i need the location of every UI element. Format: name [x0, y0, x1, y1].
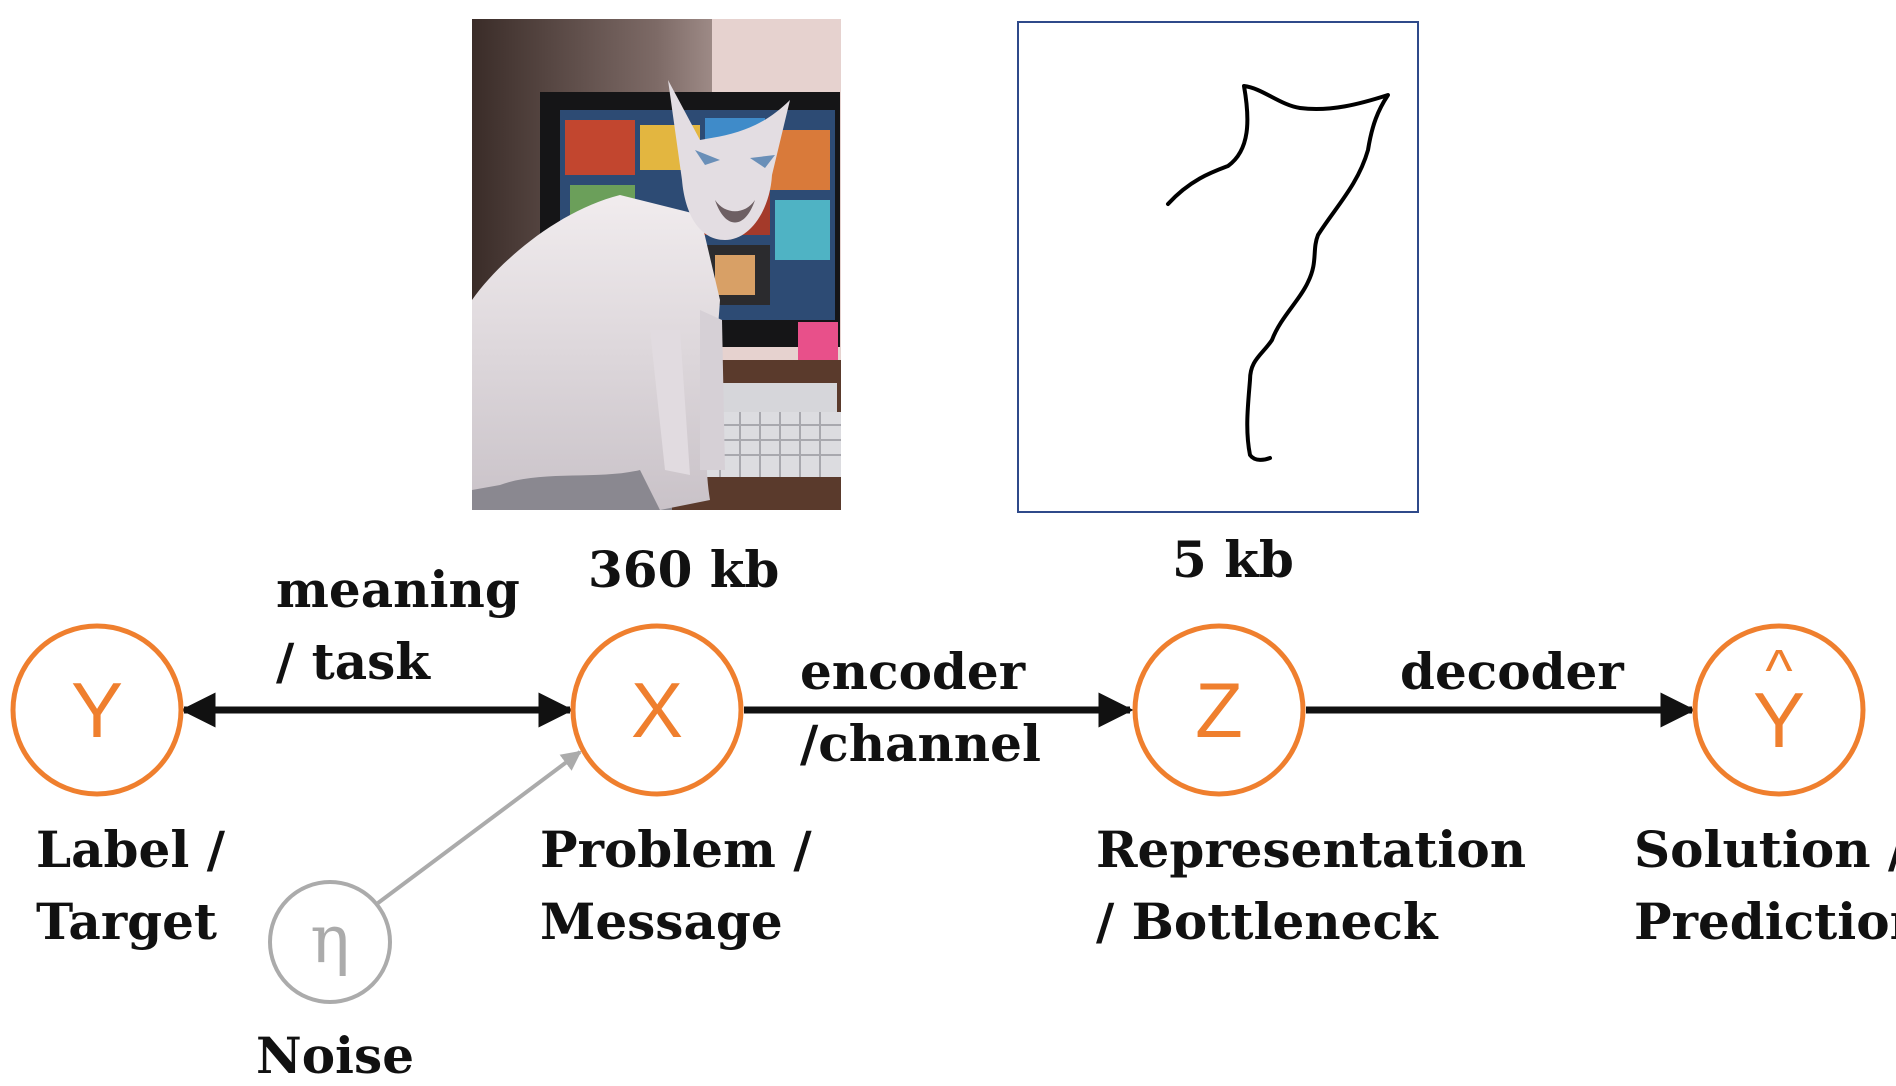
node-yhat-label-line1: Solution /	[1634, 820, 1896, 879]
node-y-symbol: Y	[71, 666, 123, 754]
edge-label-channel: /channel	[800, 714, 1041, 773]
node-yhat: Y ^	[1692, 623, 1866, 797]
sketch-size-label: 5 kb	[1172, 530, 1294, 589]
noise-label: Noise	[256, 1026, 415, 1085]
diagram-canvas: Y X Z Y ^ η	[10, 19, 1866, 1004]
node-y-label-line1: Label /	[36, 820, 225, 879]
edge-label-meaning: meaning	[276, 560, 520, 619]
node-x: X	[570, 623, 744, 797]
node-noise: η	[268, 880, 392, 1004]
edge-label-decoder: decoder	[1400, 642, 1624, 701]
node-yhat-hat: ^	[1765, 638, 1792, 703]
siamese-cat-photo	[472, 19, 841, 510]
node-noise-symbol: η	[310, 901, 350, 978]
node-yhat-label-line2: Prediction	[1634, 892, 1896, 951]
cat-outline-sketch	[1017, 21, 1419, 513]
node-z-symbol: Z	[1195, 666, 1243, 754]
node-x-label-line2: Message	[540, 892, 783, 951]
node-y: Y	[10, 623, 184, 797]
node-x-label-line1: Problem /	[540, 820, 812, 879]
node-x-symbol: X	[631, 666, 683, 754]
edge-label-task: / task	[276, 632, 430, 691]
photo-size-label: 360 kb	[588, 540, 780, 599]
node-y-label-line2: Target	[36, 892, 218, 951]
node-z-label-line1: Representation	[1096, 820, 1527, 879]
node-z-label-line2: / Bottleneck	[1096, 892, 1438, 951]
edge-label-encoder: encoder	[800, 642, 1026, 701]
node-z: Z	[1132, 623, 1306, 797]
